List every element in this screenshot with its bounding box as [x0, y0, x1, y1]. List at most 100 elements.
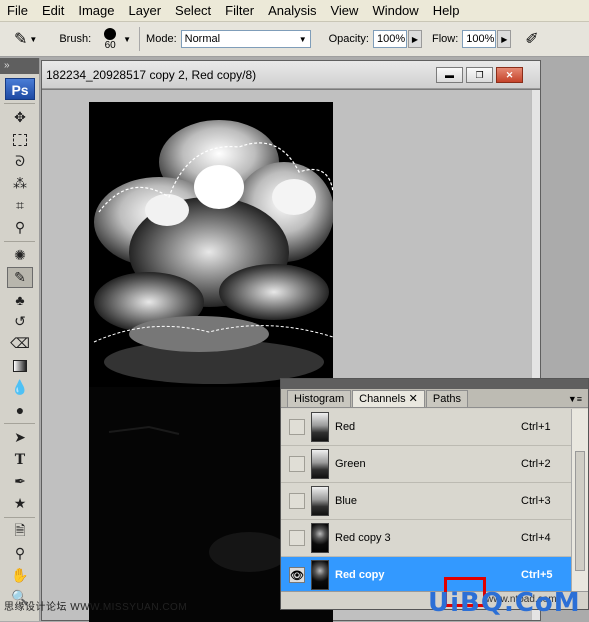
visibility-toggle[interactable]: [289, 419, 305, 435]
hand-tool-icon[interactable]: ✋: [7, 565, 33, 586]
channel-thumbnail: [311, 449, 329, 479]
menu-image[interactable]: Image: [71, 0, 121, 22]
channel-shortcut: Ctrl+2: [521, 458, 551, 470]
brush-picker[interactable]: 60: [101, 27, 119, 51]
flow-input[interactable]: 100%: [462, 30, 497, 48]
tab-label: Channels: [359, 393, 406, 405]
tools-panel: » Ps ✥ ᘐ ⁂ ⌗ ⚲ ✺ ✎ ♣ ↺ ⌫ 💧 ● ➤ T ✒ ★ 🗎 ⚲…: [0, 58, 40, 621]
healing-brush-tool-icon[interactable]: ✺: [7, 245, 33, 266]
brush-tool-icon[interactable]: ✎: [14, 29, 27, 49]
airbrush-icon[interactable]: ✐: [525, 29, 538, 49]
panel-scroll-thumb[interactable]: [575, 451, 585, 571]
pen-tool-icon[interactable]: ✒: [7, 471, 33, 492]
channel-row-red[interactable]: Red Ctrl+1: [281, 409, 571, 446]
watermark-left: 思缘设计论坛 WWW.MISSYUAN.COM: [4, 602, 188, 613]
brush-picker-arrow-icon[interactable]: ▼: [123, 35, 131, 44]
panel-menu-icon[interactable]: ▼≡: [568, 394, 582, 404]
menu-edit[interactable]: Edit: [35, 0, 71, 22]
mode-select[interactable]: Normal ▼: [180, 30, 311, 48]
move-tool-icon[interactable]: ✥: [7, 107, 33, 128]
eye-icon: 👁: [290, 569, 304, 582]
photoshop-logo: Ps: [5, 78, 35, 100]
brush-tip-icon: [104, 27, 117, 40]
menu-file[interactable]: File: [0, 0, 35, 22]
opacity-label: Opacity:: [328, 33, 369, 45]
magic-wand-tool-icon[interactable]: ⁂: [7, 173, 33, 194]
mode-value: Normal: [184, 33, 221, 45]
channel-thumbnail: [311, 560, 329, 590]
watermark-right: UiBQ.CoM: [428, 588, 581, 618]
clone-stamp-tool-icon[interactable]: ♣: [7, 289, 33, 310]
menu-bar: File Edit Image Layer Select Filter Anal…: [0, 0, 589, 22]
brush-tool-icon[interactable]: ✎: [7, 267, 33, 288]
channel-shortcut: Ctrl+5: [521, 569, 553, 581]
separator: [4, 103, 35, 104]
visibility-toggle[interactable]: 👁: [289, 567, 305, 583]
panel-header[interactable]: [281, 379, 588, 389]
gradient-tool-icon[interactable]: [7, 355, 33, 376]
triangle-right-icon: ▶: [501, 34, 508, 44]
visibility-toggle[interactable]: [289, 530, 305, 546]
tab-histogram[interactable]: Histogram: [287, 390, 352, 407]
menu-view[interactable]: View: [323, 0, 365, 22]
channel-name: Blue: [335, 495, 358, 507]
menu-window[interactable]: Window: [365, 0, 425, 22]
panel-scrollbar[interactable]: [571, 409, 588, 591]
channels-panel: Histogram Channels ✕ Paths ▼≡ Red Ctrl+1…: [280, 378, 589, 610]
eyedropper-tool-icon[interactable]: ⚲: [7, 217, 33, 238]
channel-thumbnail: [311, 523, 329, 553]
visibility-toggle[interactable]: [289, 456, 305, 472]
flow-value: 100%: [466, 33, 495, 45]
minimize-icon: ▬: [445, 70, 454, 80]
brush-label: Brush:: [59, 33, 92, 45]
flow-label: Flow:: [431, 33, 459, 45]
channel-shortcut: Ctrl+4: [521, 532, 551, 544]
channel-row-blue[interactable]: Blue Ctrl+3: [281, 483, 571, 520]
document-title-bar[interactable]: 182234_20928517 copy 2, Red copy/8) ▬ ❐ …: [42, 61, 540, 89]
channel-row-red-copy-3[interactable]: Red copy 3 Ctrl+4: [281, 520, 571, 557]
maximize-button[interactable]: ❐: [466, 67, 493, 83]
color-sampler-tool-icon[interactable]: ⚲: [7, 543, 33, 564]
type-tool-icon[interactable]: T: [7, 449, 33, 470]
lasso-tool-icon[interactable]: ᘐ: [7, 151, 33, 172]
channel-row-green[interactable]: Green Ctrl+2: [281, 446, 571, 483]
document-title: 182234_20928517 copy 2, Red copy/8): [46, 67, 257, 82]
path-selection-tool-icon[interactable]: ➤: [7, 427, 33, 448]
options-bar: ✎ ▼ Brush: 60 ▼ Mode: Normal ▼ Opacity: …: [0, 22, 589, 57]
tab-channels[interactable]: Channels ✕: [352, 390, 425, 407]
tab-label: Histogram: [294, 393, 345, 405]
opacity-input[interactable]: 100%: [372, 30, 407, 48]
crop-tool-icon[interactable]: ⌗: [7, 195, 33, 216]
menu-select[interactable]: Select: [168, 0, 218, 22]
tools-panel-header[interactable]: »: [0, 58, 39, 74]
marquee-tool-icon[interactable]: [7, 129, 33, 150]
eraser-tool-icon[interactable]: ⌫: [7, 333, 33, 354]
close-icon[interactable]: ✕: [409, 393, 418, 405]
notes-tool-icon[interactable]: 🗎: [7, 521, 33, 542]
dodge-tool-icon[interactable]: ●: [7, 399, 33, 420]
separator: [4, 517, 35, 518]
history-brush-tool-icon[interactable]: ↺: [7, 311, 33, 332]
channel-name: Red copy 3: [335, 532, 391, 544]
channel-shortcut: Ctrl+1: [521, 421, 551, 433]
menu-layer[interactable]: Layer: [122, 0, 169, 22]
menu-help[interactable]: Help: [426, 0, 467, 22]
tab-paths[interactable]: Paths: [425, 390, 469, 407]
opacity-slider-button[interactable]: ▶: [407, 30, 422, 48]
flow-slider-button[interactable]: ▶: [497, 30, 512, 48]
separator: [139, 27, 141, 51]
blur-tool-icon[interactable]: 💧: [7, 377, 33, 398]
separator: [4, 423, 35, 424]
triangle-right-icon: ▶: [411, 34, 419, 44]
minimize-button[interactable]: ▬: [436, 67, 463, 83]
tool-preset-arrow-icon[interactable]: ▼: [29, 35, 37, 44]
channel-thumbnail: [311, 486, 329, 516]
menu-analysis[interactable]: Analysis: [261, 0, 323, 22]
mode-label: Mode:: [146, 33, 177, 45]
close-button[interactable]: ✕: [496, 67, 523, 83]
separator: [4, 241, 35, 242]
visibility-toggle[interactable]: [289, 493, 305, 509]
custom-shape-tool-icon[interactable]: ★: [7, 493, 33, 514]
maximize-icon: ❐: [475, 69, 484, 80]
menu-filter[interactable]: Filter: [218, 0, 261, 22]
